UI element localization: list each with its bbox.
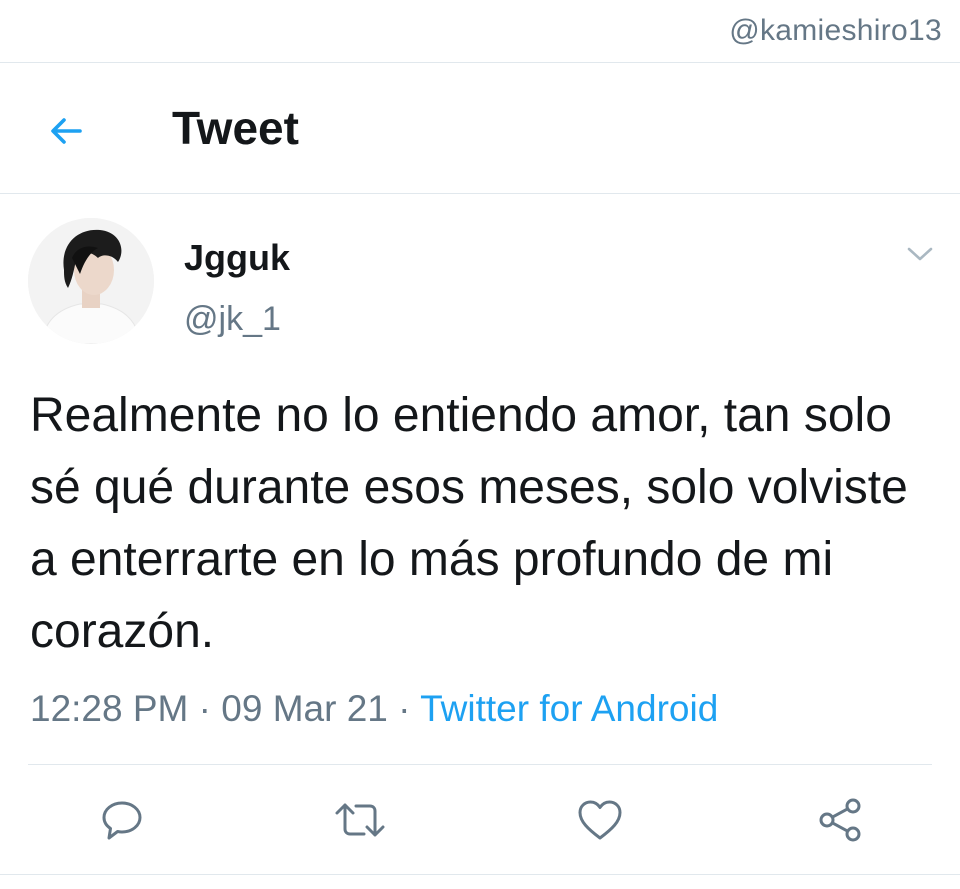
bottom-divider xyxy=(0,874,960,875)
page-title: Tweet xyxy=(172,102,299,154)
tweet-source-link[interactable]: Twitter for Android xyxy=(420,688,718,729)
page-header: Tweet xyxy=(0,63,960,193)
tweet-text: Realmente no lo entiendo amor, tan solo … xyxy=(30,389,908,658)
tweet-date: 09 Mar 21 xyxy=(221,688,388,729)
arrow-left-icon xyxy=(51,118,82,144)
header-divider xyxy=(0,193,960,194)
retweet-icon xyxy=(335,803,385,837)
watermark-username: @kamieshiro13 xyxy=(729,14,942,47)
share-button[interactable] xyxy=(810,790,870,850)
author-handle[interactable]: @jk_1 xyxy=(184,300,281,339)
chevron-down-icon xyxy=(907,247,933,261)
heart-icon xyxy=(578,800,622,840)
reply-button[interactable] xyxy=(92,790,152,850)
tweet-time: 12:28 PM xyxy=(30,688,189,729)
tweet-options-button[interactable] xyxy=(902,236,938,272)
meta-separator: · xyxy=(198,688,211,729)
tweet-actions xyxy=(0,790,960,854)
back-button[interactable] xyxy=(38,103,94,159)
share-icon xyxy=(819,798,861,842)
avatar[interactable] xyxy=(28,218,154,344)
reply-icon xyxy=(102,801,142,840)
author-display-name[interactable]: Jgguk xyxy=(184,237,290,279)
tweet-meta: 12:28 PM · 09 Mar 21 · Twitter for Andro… xyxy=(30,688,718,730)
retweet-button[interactable] xyxy=(330,790,390,850)
like-button[interactable] xyxy=(570,790,630,850)
profile-avatar-image xyxy=(28,218,154,344)
meta-separator: · xyxy=(398,688,411,729)
meta-divider xyxy=(28,764,932,765)
